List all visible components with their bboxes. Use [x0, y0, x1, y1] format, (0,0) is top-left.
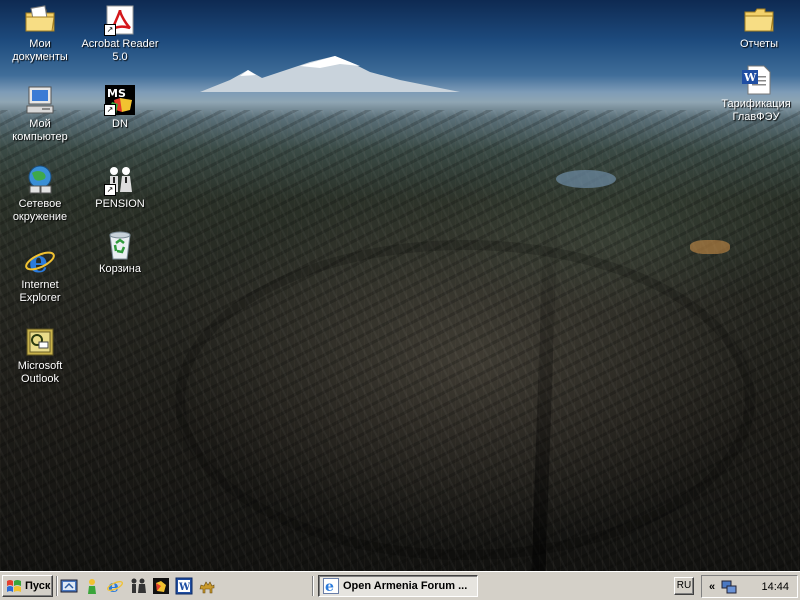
icon-label: Сетевое окружение	[12, 198, 68, 223]
language-indicator[interactable]: RU	[674, 577, 694, 595]
taskbar-separator	[56, 576, 58, 596]
dos-icon-text: MS	[107, 87, 126, 100]
users-icon[interactable]	[129, 577, 147, 595]
icon-label: DN	[112, 118, 128, 130]
wallpaper-ring-road	[175, 240, 755, 560]
desktop-icon-internet-explorer[interactable]: e Internet Explorer	[1, 245, 79, 305]
taskbar: Пуск e W e Open Armenia Forum ... RU « 1…	[0, 571, 800, 600]
windows-logo-icon	[7, 580, 21, 592]
puzzle-app-icon[interactable]	[152, 577, 170, 595]
window-button-label: Open Armenia Forum ...	[343, 580, 468, 592]
system-tray: « 14:44	[701, 575, 798, 598]
folder-documents-icon	[24, 4, 56, 36]
internet-explorer-icon[interactable]: e	[106, 577, 124, 595]
clock[interactable]: 14:44	[761, 581, 789, 593]
acrobat-reader-icon: ↗	[104, 4, 136, 36]
desktop-icon-reports[interactable]: Отчеты	[720, 4, 798, 51]
svg-text:e: e	[325, 579, 334, 594]
wallpaper-mountain	[200, 56, 460, 92]
computer-icon	[24, 84, 56, 116]
desktop[interactable]: Мои документы Мой компьютер Сетевое окру…	[0, 0, 800, 571]
icon-label: Internet Explorer	[19, 279, 61, 304]
shortcut-arrow-icon: ↗	[104, 184, 116, 196]
icon-label: Отчеты	[739, 38, 779, 50]
desktop-icon-dn[interactable]: MS ↗ DN	[81, 84, 159, 131]
icon-label: Корзина	[99, 263, 141, 275]
camel-icon[interactable]	[198, 577, 216, 595]
desktop-icon-acrobat[interactable]: ↗ Acrobat Reader 5.0	[81, 4, 159, 64]
icon-label: PENSION	[95, 198, 145, 210]
recycle-bin-icon	[104, 229, 136, 261]
outlook-icon	[24, 326, 56, 358]
folder-icon	[743, 4, 775, 36]
desktop-icon-outlook[interactable]: Microsoft Outlook	[1, 326, 79, 386]
svg-text:W: W	[743, 71, 757, 84]
icon-label: Тарификация ГлавФЭУ	[721, 98, 791, 123]
desktop-show-icon[interactable]	[60, 577, 78, 595]
icon-label: Microsoft Outlook	[17, 360, 63, 385]
internet-explorer-icon: e	[323, 578, 339, 594]
taskbar-separator	[312, 576, 314, 596]
ms-dos-app-icon: MS ↗	[104, 84, 136, 116]
network-connection-icon[interactable]	[721, 579, 737, 595]
wallpaper-lake	[556, 170, 616, 188]
start-button[interactable]: Пуск	[2, 575, 53, 597]
word-icon[interactable]: W	[175, 577, 193, 595]
messenger-icon[interactable]	[83, 577, 101, 595]
word-document-icon: W	[740, 64, 772, 96]
wallpaper-stadium	[690, 240, 730, 254]
icon-label: Acrobat Reader 5.0	[81, 38, 159, 63]
desktop-icon-my-computer[interactable]: Мой компьютер	[1, 84, 79, 144]
svg-text:e: e	[29, 245, 48, 277]
shortcut-arrow-icon: ↗	[104, 24, 116, 36]
taskbar-window-button-forum[interactable]: e Open Armenia Forum ...	[318, 575, 478, 597]
start-label: Пуск	[25, 580, 51, 592]
desktop-icon-pension[interactable]: ↗ PENSION	[81, 164, 159, 211]
people-app-icon: ↗	[104, 164, 136, 196]
desktop-icon-recycle-bin[interactable]: Корзина	[81, 229, 159, 276]
shortcut-arrow-icon: ↗	[104, 104, 116, 116]
desktop-icon-tarif-document[interactable]: W Тарификация ГлавФЭУ	[717, 64, 795, 124]
tray-expand-chevron-icon[interactable]: «	[705, 581, 719, 593]
desktop-icon-network[interactable]: Сетевое окружение	[1, 164, 79, 224]
desktop-icon-my-documents[interactable]: Мои документы	[1, 4, 79, 64]
icon-label: Мои документы	[12, 38, 68, 63]
icon-label: Мой компьютер	[12, 118, 68, 143]
svg-text:W: W	[178, 582, 191, 593]
network-places-icon	[24, 164, 56, 196]
internet-explorer-icon: e	[24, 245, 56, 280]
